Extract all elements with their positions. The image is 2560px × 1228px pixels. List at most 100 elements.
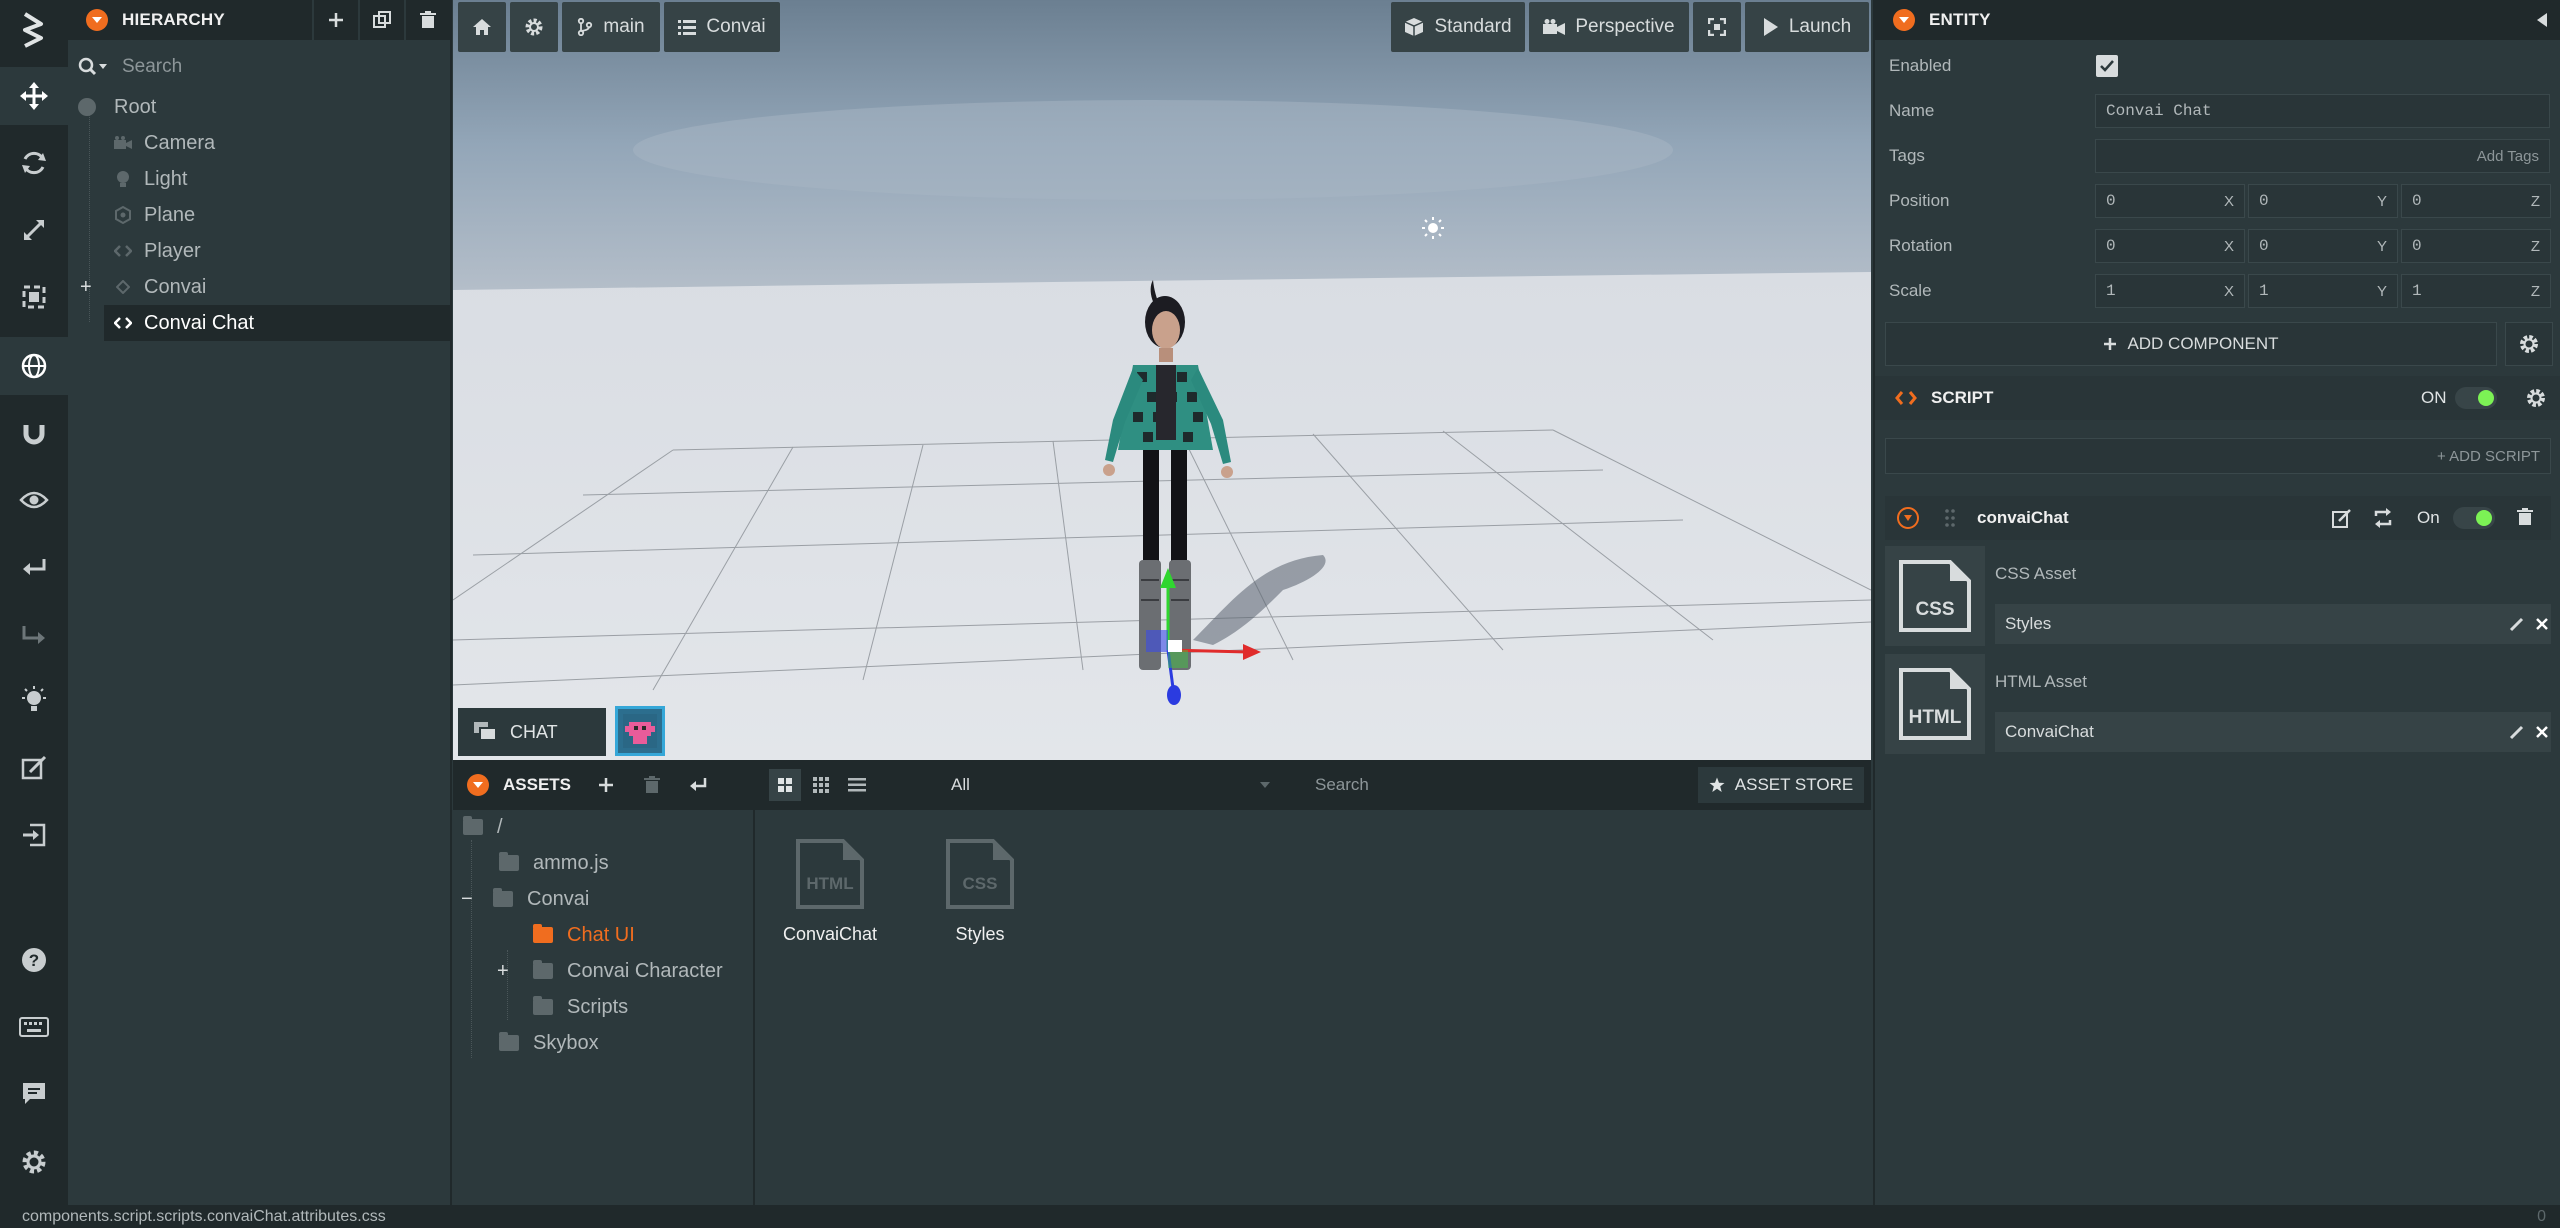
scale-y-field[interactable]: 1Y bbox=[2248, 274, 2398, 308]
script-instance-toggle[interactable] bbox=[2453, 507, 2495, 529]
folder-chat-ui[interactable]: Chat UI bbox=[533, 918, 635, 952]
code-editor-icon[interactable] bbox=[0, 739, 68, 797]
character-avatar[interactable] bbox=[615, 706, 665, 756]
collapse-icon[interactable] bbox=[1897, 507, 1919, 529]
focus-eye-icon[interactable] bbox=[0, 471, 68, 529]
home-button[interactable] bbox=[458, 2, 506, 52]
scale-z-field[interactable]: 1Z bbox=[2401, 274, 2551, 308]
scene-canvas[interactable] bbox=[453, 0, 1871, 760]
view-grid-large-button[interactable] bbox=[769, 769, 801, 801]
lightmapper-bulb-icon[interactable] bbox=[0, 672, 68, 730]
folder-ammo-js[interactable]: ammo.js bbox=[499, 846, 609, 880]
snap-magnet-icon[interactable] bbox=[0, 404, 68, 462]
tree-item-convai[interactable]: + Convai bbox=[68, 269, 450, 305]
resize-element-tool-icon[interactable] bbox=[0, 268, 68, 326]
scale-x-field[interactable]: 1X bbox=[2095, 274, 2245, 308]
folder-convai[interactable]: − Convai bbox=[461, 882, 589, 916]
view-grid-small-button[interactable] bbox=[805, 769, 837, 801]
scene-settings-button[interactable] bbox=[510, 2, 558, 52]
html-asset-value: ConvaiChat bbox=[2005, 722, 2094, 741]
edit-script-icon[interactable] bbox=[2332, 508, 2352, 528]
folder-root[interactable]: / bbox=[463, 810, 503, 844]
asset-store-button[interactable]: ASSET STORE bbox=[1698, 767, 1864, 803]
settings-gear-icon[interactable] bbox=[0, 1133, 68, 1191]
tree-item-convai-chat[interactable]: Convai Chat bbox=[104, 305, 450, 341]
help-icon[interactable]: ? bbox=[0, 931, 68, 989]
expand-plus-icon[interactable]: + bbox=[80, 276, 92, 299]
collapse-panel-icon[interactable] bbox=[2536, 12, 2548, 28]
tags-field[interactable]: Add Tags bbox=[2095, 139, 2550, 173]
drag-handle-icon[interactable] bbox=[1945, 508, 1955, 528]
close-icon[interactable] bbox=[2535, 617, 2549, 631]
scale-tool-icon[interactable] bbox=[0, 201, 68, 259]
tree-item-root[interactable]: Root bbox=[68, 89, 450, 125]
view-list-button[interactable] bbox=[841, 769, 873, 801]
rotation-x-field[interactable]: 0X bbox=[2095, 229, 2245, 263]
folder-convai-character[interactable]: + Convai Character bbox=[497, 954, 723, 988]
tree-item-plane[interactable]: Plane bbox=[68, 197, 450, 233]
position-x-field[interactable]: 0X bbox=[2095, 184, 2245, 218]
camera-mode-button[interactable]: Perspective bbox=[1529, 2, 1689, 52]
collapse-icon[interactable] bbox=[86, 9, 108, 31]
chat-feedback-icon[interactable] bbox=[0, 1065, 68, 1123]
delete-asset-button[interactable] bbox=[629, 760, 675, 810]
scene-viewport[interactable]: main Convai Standard Perspective Launch … bbox=[453, 0, 1871, 760]
asset-type-filter[interactable]: All bbox=[943, 769, 1279, 801]
component-settings-button[interactable] bbox=[2505, 322, 2553, 366]
delete-entity-button[interactable] bbox=[404, 0, 450, 40]
parse-script-icon[interactable] bbox=[2373, 508, 2393, 528]
world-space-icon[interactable] bbox=[0, 337, 68, 395]
keyboard-shortcuts-icon[interactable] bbox=[0, 998, 68, 1056]
add-entity-button[interactable] bbox=[312, 0, 358, 40]
fullscreen-button[interactable] bbox=[1693, 2, 1741, 52]
undo-icon[interactable] bbox=[0, 538, 68, 596]
css-asset-thumbnail[interactable]: CSS bbox=[1885, 546, 1985, 646]
asset-search-input[interactable]: Search bbox=[1303, 769, 1663, 801]
add-script-field[interactable]: + ADD SCRIPT bbox=[1885, 438, 2551, 474]
css-asset-field[interactable]: Styles bbox=[1995, 604, 2551, 644]
redo-icon[interactable] bbox=[0, 605, 68, 663]
launch-button[interactable]: Launch bbox=[1745, 2, 1869, 52]
playcanvas-logo-icon[interactable] bbox=[0, 0, 68, 60]
close-icon[interactable] bbox=[2535, 725, 2549, 739]
asset-html-convaichat[interactable]: HTML ConvaiChat bbox=[775, 838, 885, 945]
name-field[interactable]: Convai Chat bbox=[2095, 94, 2550, 128]
render-mode-button[interactable]: Standard bbox=[1391, 2, 1525, 52]
file-type-label: HTML bbox=[806, 874, 854, 893]
edit-pencil-icon[interactable] bbox=[2509, 616, 2525, 632]
tree-item-player[interactable]: Player bbox=[68, 233, 450, 269]
html-asset-thumbnail[interactable]: HTML bbox=[1885, 654, 1985, 754]
hierarchy-search-input[interactable]: Search bbox=[122, 56, 182, 78]
trash-icon[interactable] bbox=[2517, 508, 2533, 526]
collapse-icon[interactable] bbox=[1893, 9, 1915, 31]
gear-icon[interactable] bbox=[2525, 387, 2547, 409]
add-asset-button[interactable] bbox=[583, 760, 629, 810]
hierarchy-panel: HIERARCHY Search Root Camera Light Plane… bbox=[68, 0, 452, 1205]
position-z-field[interactable]: 0Z bbox=[2401, 184, 2551, 218]
rotation-z-field[interactable]: 0Z bbox=[2401, 229, 2551, 263]
expand-plus-icon[interactable]: + bbox=[497, 960, 519, 983]
collapse-minus-icon[interactable]: − bbox=[461, 888, 479, 911]
scene-list-button[interactable]: Convai bbox=[664, 2, 780, 52]
reference-asset-button[interactable] bbox=[675, 760, 721, 810]
rotate-tool-icon[interactable] bbox=[0, 134, 68, 192]
hierarchy-search[interactable]: Search bbox=[78, 50, 440, 84]
tree-item-light[interactable]: Light bbox=[68, 161, 450, 197]
branch-button[interactable]: main bbox=[562, 2, 660, 52]
asset-css-styles[interactable]: CSS Styles bbox=[925, 838, 1035, 945]
publish-icon[interactable] bbox=[0, 806, 68, 864]
tree-item-camera[interactable]: Camera bbox=[68, 125, 450, 161]
edit-pencil-icon[interactable] bbox=[2509, 724, 2525, 740]
folder-scripts[interactable]: Scripts bbox=[533, 990, 628, 1024]
position-y-field[interactable]: 0Y bbox=[2248, 184, 2398, 218]
chat-button[interactable]: CHAT bbox=[458, 708, 606, 756]
script-enabled-toggle[interactable] bbox=[2455, 387, 2497, 409]
html-asset-field[interactable]: ConvaiChat bbox=[1995, 712, 2551, 752]
enabled-checkbox[interactable] bbox=[2096, 55, 2118, 77]
folder-skybox[interactable]: Skybox bbox=[499, 1026, 599, 1060]
translate-tool-icon[interactable] bbox=[0, 67, 68, 125]
add-component-button[interactable]: ADD COMPONENT bbox=[1885, 322, 2497, 366]
duplicate-entity-button[interactable] bbox=[358, 0, 404, 40]
rotation-y-field[interactable]: 0Y bbox=[2248, 229, 2398, 263]
collapse-icon[interactable] bbox=[467, 774, 489, 796]
